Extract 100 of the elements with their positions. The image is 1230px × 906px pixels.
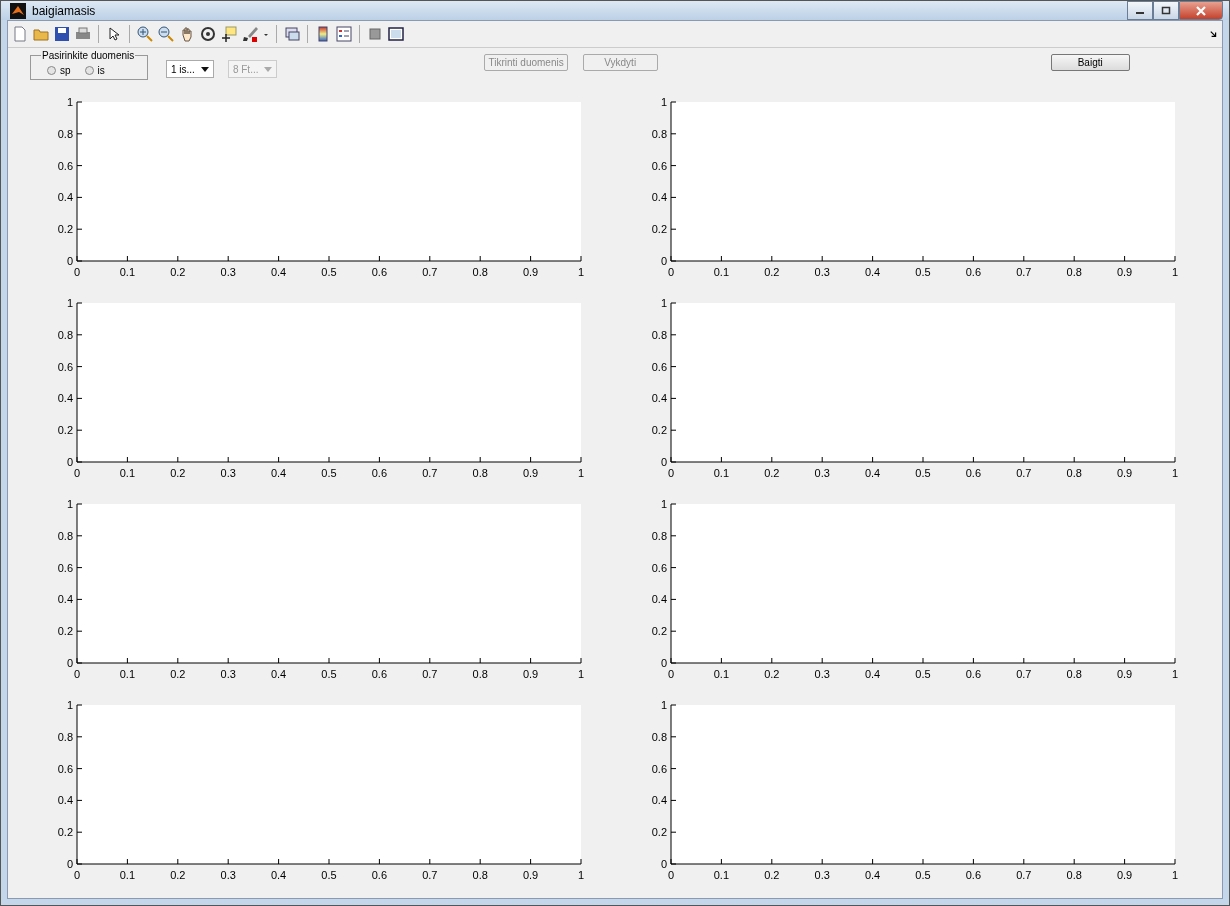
x-tick-label: 0.9 [1116, 467, 1133, 479]
brush-icon[interactable] [242, 26, 258, 42]
x-tick-label: 1 [577, 467, 585, 479]
x-tick-label: 0.5 [915, 869, 931, 881]
x-tick-label: 0.5 [915, 467, 931, 479]
x-tick-label: 0.6 [965, 668, 982, 680]
x-tick-label: 0 [73, 467, 81, 479]
x-tick-label: 1 [577, 668, 585, 680]
maximize-button[interactable] [1153, 1, 1179, 20]
y-tick-label: 0.8 [651, 529, 667, 542]
y-tick-label: 0.8 [57, 730, 73, 743]
caret-icon [200, 66, 209, 72]
y-tick-label: 0.2 [651, 826, 667, 839]
y-tick-label: 0.6 [57, 762, 73, 775]
x-tick-label: 0.4 [270, 869, 287, 881]
x-tick-label: 0.4 [270, 266, 287, 278]
x-tick-label: 0.4 [270, 668, 287, 680]
y-tick-label: 0.6 [651, 561, 667, 574]
y-tick-label: 1 [660, 498, 667, 510]
x-tick-label: 0.6 [965, 467, 982, 479]
pan-hand-icon[interactable] [179, 26, 195, 42]
x-tick-label: 0.8 [1066, 668, 1082, 680]
x-tick-label: 0 [667, 869, 675, 881]
x-tick-label: 0.7 [422, 266, 438, 278]
open-folder-icon[interactable] [33, 26, 49, 42]
y-tick-label: 1 [66, 297, 73, 309]
zoom-out-icon[interactable] [158, 26, 174, 42]
x-tick-label: 0.7 [1016, 668, 1032, 680]
x-tick-label: 0.3 [220, 467, 236, 479]
x-tick-label: 0.9 [1116, 266, 1133, 278]
x-tick-label: 0.3 [220, 668, 236, 680]
x-tick-label: 0 [667, 668, 675, 680]
y-tick-label: 0.2 [651, 223, 667, 236]
y-tick-label: 0.4 [57, 191, 73, 204]
x-tick-label: 0.2 [170, 467, 186, 479]
y-tick-label: 1 [660, 297, 667, 309]
pointer-icon[interactable] [106, 26, 122, 42]
x-tick-label: 1 [1171, 869, 1179, 881]
y-tick-label: 0.8 [651, 127, 667, 140]
y-tick-label: 0.4 [651, 794, 667, 807]
x-tick-label: 0.7 [422, 668, 438, 680]
legend-icon[interactable] [336, 26, 352, 42]
x-tick-label: 0.2 [764, 869, 780, 881]
minimize-button[interactable] [1127, 1, 1153, 20]
x-tick-label: 0.9 [522, 467, 539, 479]
y-tick-label: 0.4 [57, 392, 73, 405]
y-tick-label: 0.2 [57, 223, 73, 236]
x-tick-label: 0.9 [1116, 869, 1133, 881]
radio-option[interactable]: is [84, 64, 105, 76]
x-tick-label: 0.9 [1116, 668, 1133, 680]
push-button[interactable]: Baigti [1050, 54, 1130, 71]
x-tick-label: 1 [1171, 467, 1179, 479]
y-tick-label: 0.2 [57, 826, 73, 839]
x-tick-label: 0.5 [915, 668, 931, 680]
zoom-in-icon[interactable] [137, 26, 153, 42]
dropdown[interactable]: 1 is... [166, 60, 214, 78]
y-tick-label: 1 [660, 96, 667, 108]
x-tick-label: 0 [73, 266, 81, 278]
x-tick-label: 0.3 [220, 869, 236, 881]
x-tick-label: 1 [577, 869, 585, 881]
show-plot-icon[interactable] [388, 26, 404, 42]
y-tick-label: 0 [66, 858, 73, 870]
x-tick-label: 0.1 [713, 467, 730, 479]
x-tick-label: 0.4 [864, 668, 881, 680]
y-tick-label: 0 [660, 255, 667, 267]
x-tick-label: 0.2 [170, 266, 186, 278]
print-icon[interactable] [75, 26, 91, 42]
colorbar-icon[interactable] [315, 26, 331, 42]
x-tick-label: 0.2 [170, 869, 186, 881]
x-tick-label: 0.1 [713, 869, 730, 881]
hide-plot-icon[interactable] [367, 26, 383, 42]
x-tick-label: 0.5 [321, 266, 337, 278]
x-tick-label: 0.7 [422, 467, 438, 479]
y-tick-label: 0.4 [57, 794, 73, 807]
x-tick-label: 0.6 [371, 668, 388, 680]
y-tick-label: 0 [660, 456, 667, 468]
y-tick-label: 0.8 [57, 328, 73, 341]
y-tick-label: 1 [660, 699, 667, 711]
x-tick-label: 0.3 [220, 266, 236, 278]
x-tick-label: 0.1 [713, 266, 730, 278]
new-file-icon[interactable] [12, 26, 28, 42]
data-cursor-icon[interactable] [221, 26, 237, 42]
dock-arrow-icon[interactable] [1210, 30, 1218, 38]
save-icon[interactable] [54, 26, 70, 42]
x-tick-label: 0.1 [119, 467, 136, 479]
x-tick-label: 0.7 [1016, 467, 1032, 479]
x-tick-label: 0.6 [965, 869, 982, 881]
x-tick-label: 0 [73, 668, 81, 680]
x-tick-label: 0.7 [1016, 869, 1032, 881]
x-tick-label: 0.2 [170, 668, 186, 680]
y-tick-label: 0.8 [57, 529, 73, 542]
y-tick-label: 0.4 [57, 593, 73, 606]
x-tick-label: 0.8 [1066, 869, 1082, 881]
radio-option[interactable]: sp [47, 64, 71, 76]
close-button[interactable] [1179, 1, 1223, 20]
x-tick-label: 0.8 [1066, 266, 1082, 278]
y-tick-label: 0 [66, 657, 73, 669]
y-tick-label: 0.8 [57, 127, 73, 140]
x-tick-label: 0.5 [915, 266, 931, 278]
y-tick-label: 0.4 [651, 191, 667, 204]
